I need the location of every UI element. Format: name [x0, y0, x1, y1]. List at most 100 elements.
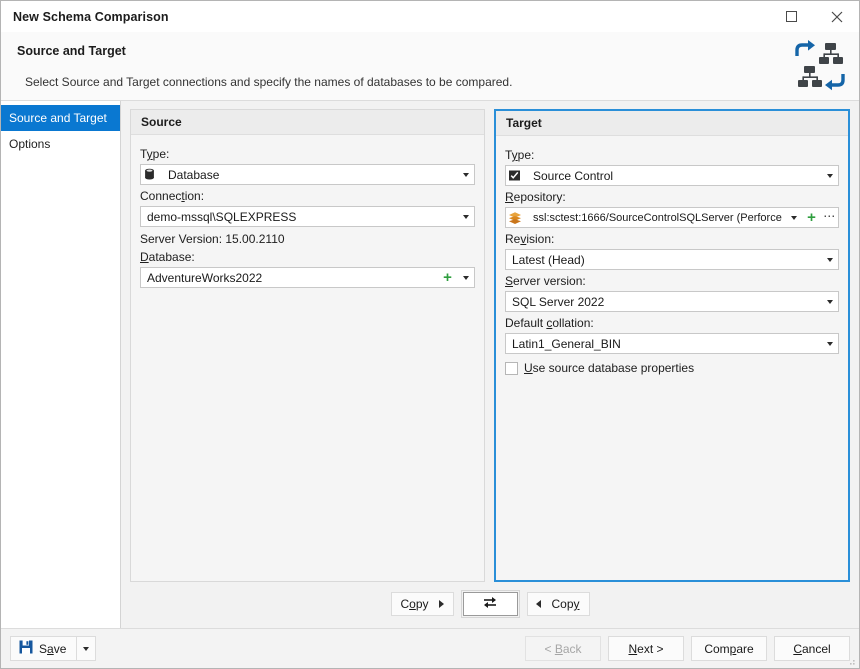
add-database-icon[interactable]: +	[438, 268, 457, 287]
label-pre: T	[140, 147, 147, 161]
source-panel: Source Type: Database Connection: demo-m…	[130, 109, 485, 582]
repository-more-icon[interactable]: ⋯	[821, 208, 838, 227]
target-server-version-combobox[interactable]: SQL Server 2022	[505, 291, 839, 312]
source-connection-caret-icon[interactable]	[457, 207, 474, 226]
label-post: pe:	[517, 148, 535, 162]
source-panel-body: Type: Database Connection: demo-mssql\SQ…	[131, 135, 484, 581]
label-accel: o	[409, 597, 416, 611]
resize-grip[interactable]	[846, 655, 856, 665]
database-icon	[141, 165, 158, 184]
source-type-caret-icon[interactable]	[457, 165, 474, 184]
arrow-left-icon	[536, 600, 542, 608]
label-post: pe:	[152, 147, 170, 161]
target-panel-body: Type: Source Control Repository: ssl:sct…	[496, 136, 848, 580]
source-database-combobox[interactable]: AdventureWorks2022 +	[140, 267, 475, 288]
target-panel: Target Type: Source Control Repository: …	[494, 109, 850, 582]
label-accel: a	[47, 641, 54, 656]
label-pre: Re	[505, 232, 521, 246]
wizard-nav-buttons: < Back Next > Compare Cancel	[525, 636, 850, 661]
compare-button[interactable]: Compare	[691, 636, 767, 661]
compare-button-label: Compare	[704, 642, 753, 656]
use-source-database-properties-checkbox[interactable]: Use source database properties	[505, 361, 839, 375]
label-pre: <	[544, 641, 555, 656]
label-post: py	[415, 597, 429, 611]
label-accel: B	[554, 641, 563, 656]
target-default-collation-label: Default collation:	[505, 316, 839, 330]
target-type-caret-icon[interactable]	[821, 166, 838, 185]
label-pre: S	[39, 641, 48, 656]
save-button[interactable]: Save	[10, 636, 78, 661]
copy-to-target-button[interactable]: Copy	[390, 592, 454, 616]
repository-stack-icon	[506, 208, 523, 227]
label-post: ancel	[801, 641, 831, 656]
label-pre: Connec	[140, 189, 182, 203]
label-post: ack	[562, 641, 582, 656]
target-revision-combobox[interactable]: Latest (Head)	[505, 249, 839, 270]
sidebar-item-label: Source and Target	[9, 111, 107, 125]
target-type-label: Type:	[505, 148, 839, 162]
label-post: epository:	[513, 190, 566, 204]
next-button[interactable]: Next >	[608, 636, 684, 661]
label-post: atabase:	[148, 250, 195, 264]
target-server-version-caret-icon[interactable]	[821, 292, 838, 311]
label-post: erver version:	[513, 274, 586, 288]
target-default-collation-caret-icon[interactable]	[821, 334, 838, 353]
label-post: se source database properties	[532, 361, 695, 375]
label-accel: D	[140, 250, 149, 264]
target-panel-heading: Target	[496, 111, 848, 136]
label-accel: U	[524, 361, 533, 375]
target-server-version-value: SQL Server 2022	[512, 294, 605, 309]
source-connection-value: demo-mssql\SQLEXPRESS	[147, 209, 297, 224]
sidebar-item-options[interactable]: Options	[1, 131, 120, 157]
cancel-button[interactable]: Cancel	[774, 636, 850, 661]
maximize-icon[interactable]	[769, 1, 814, 32]
source-connection-combobox[interactable]: demo-mssql\SQLEXPRESS	[140, 206, 475, 227]
source-server-version: Server Version: 15.00.2110	[140, 232, 285, 246]
checkbox-box[interactable]	[505, 361, 518, 375]
swap-source-target-button[interactable]	[460, 590, 520, 618]
label-post: ision:	[526, 232, 555, 246]
label-post: ve	[53, 641, 67, 656]
target-type-value: Source Control	[533, 168, 614, 183]
copy-to-target-label: Copy	[400, 597, 428, 611]
source-panel-heading: Source	[131, 110, 484, 135]
target-repository-value: ssl:sctest:1666/SourceControlSQLServer (…	[533, 211, 785, 224]
target-repository-combobox[interactable]: ssl:sctest:1666/SourceControlSQLServer (…	[505, 207, 839, 228]
save-dropdown-caret-icon[interactable]	[77, 636, 97, 661]
add-repository-icon[interactable]: +	[802, 208, 821, 227]
copy-direction-toolbar: Copy Copy	[130, 590, 850, 618]
sidebar-item-source-and-target[interactable]: Source and Target	[1, 105, 120, 131]
label-pre: C	[400, 597, 410, 611]
dialog-body: Source and Target Options Source Type: D…	[1, 101, 859, 628]
label-post: ollation:	[552, 316, 594, 330]
wizard-content: Source Type: Database Connection: demo-m…	[121, 101, 859, 628]
label-post: ext >	[637, 641, 664, 656]
source-type-label: Type:	[140, 147, 475, 161]
label-accel: S	[505, 274, 514, 288]
panels-container: Source Type: Database Connection: demo-m…	[130, 109, 850, 582]
window-title: New Schema Comparison	[13, 9, 169, 24]
sidebar-item-label: Options	[9, 137, 51, 151]
close-icon[interactable]	[814, 1, 859, 32]
target-default-collation-value: Latin1_General_BIN	[512, 336, 621, 351]
source-control-icon	[506, 166, 523, 185]
target-default-collation-combobox[interactable]: Latin1_General_BIN	[505, 333, 839, 354]
target-repository-caret-icon[interactable]	[785, 208, 802, 227]
arrow-right-icon	[438, 600, 444, 608]
dialog-footer: Save < Back Next > Compare Cancel	[1, 628, 859, 668]
target-revision-caret-icon[interactable]	[821, 250, 838, 269]
target-server-version-label: Server version:	[505, 274, 839, 288]
save-split-button: Save	[10, 636, 97, 661]
back-button[interactable]: < Back	[525, 636, 601, 661]
back-button-label: < Back	[544, 642, 581, 656]
copy-to-source-button[interactable]: Copy	[526, 592, 590, 616]
target-revision-label: Revision:	[505, 232, 839, 246]
target-type-combobox[interactable]: Source Control	[505, 165, 839, 186]
source-connection-label: Connection:	[140, 189, 475, 203]
target-revision-value: Latest (Head)	[512, 252, 585, 267]
source-database-caret-icon[interactable]	[457, 268, 474, 287]
source-database-label: Database:	[140, 250, 475, 264]
source-type-combobox[interactable]: Database	[140, 164, 475, 185]
label-accel: y	[573, 597, 580, 611]
titlebar: New Schema Comparison	[1, 1, 859, 32]
